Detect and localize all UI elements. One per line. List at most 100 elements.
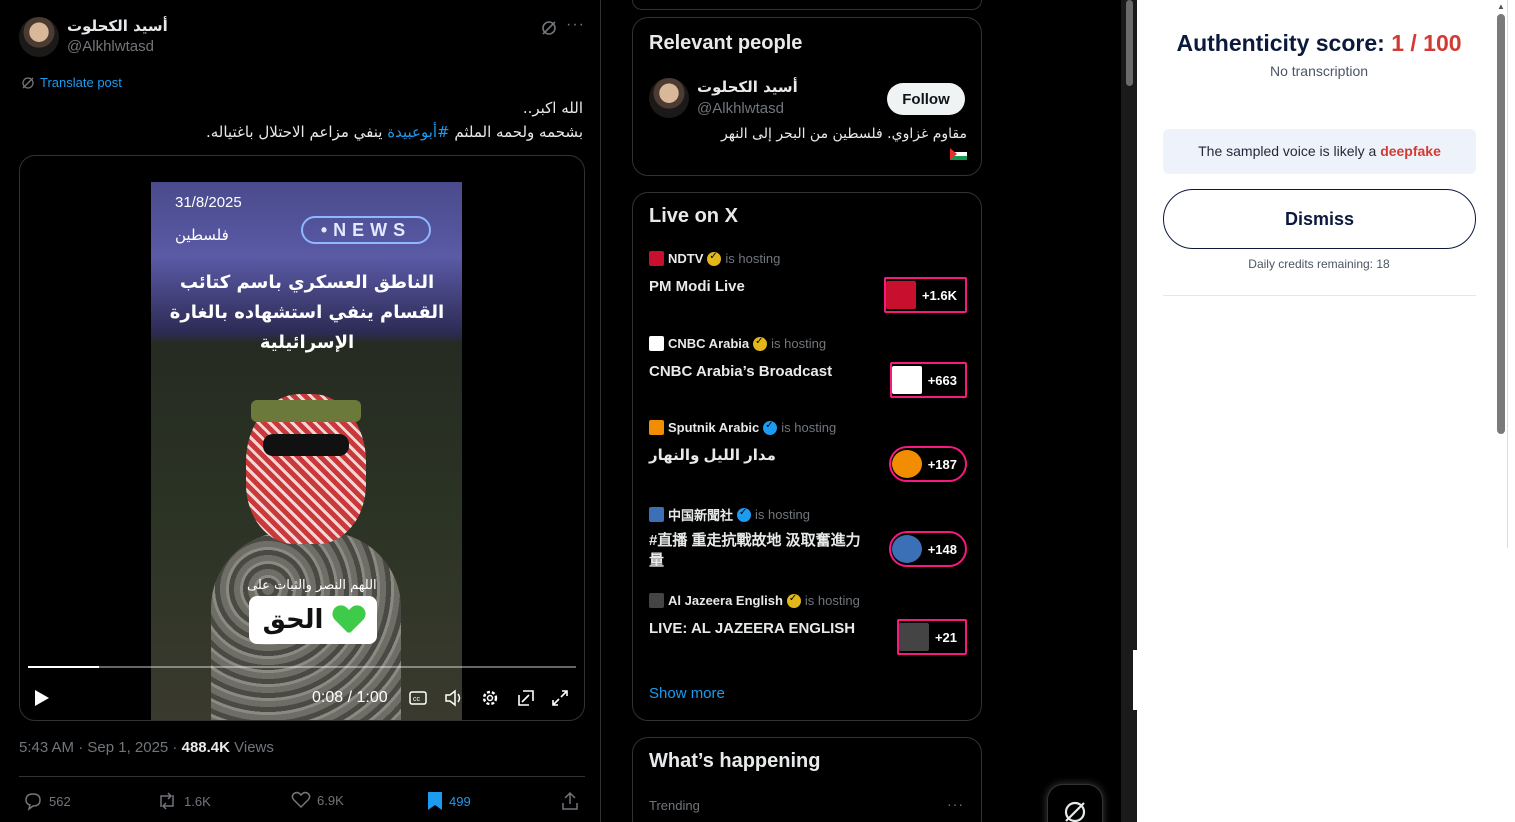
repost-button[interactable]: 1.6K	[156, 791, 211, 811]
listener-badge[interactable]: +187	[888, 446, 967, 482]
eye-slit	[263, 434, 349, 456]
author-handle[interactable]: @Alkhlwtasd	[67, 38, 154, 55]
hosting-label: is hosting	[804, 593, 860, 608]
trend-more-icon[interactable]: ···	[947, 796, 964, 812]
play-icon	[35, 690, 49, 706]
relevant-person-handle[interactable]: @Alkhlwtasd	[697, 100, 784, 117]
video-sticker: الحق	[249, 596, 377, 644]
listener-badge[interactable]: +148	[888, 531, 967, 567]
fullscreen-button[interactable]	[550, 686, 570, 710]
page-scrollbar-thumb[interactable]	[1126, 0, 1133, 86]
video-headline: الناطق العسكري باسم كتائب القسام ينفي اس…	[169, 272, 445, 353]
panel-divider	[1163, 295, 1476, 296]
pip-button[interactable]	[516, 686, 536, 710]
host-logo-icon	[649, 251, 664, 266]
volume-button[interactable]	[444, 686, 464, 710]
play-button[interactable]	[32, 686, 52, 710]
captions-button[interactable]: cc	[408, 686, 428, 710]
grok-fab-button[interactable]	[1047, 784, 1103, 822]
sticker-text: الحق	[262, 605, 324, 635]
live-item[interactable]: Al Jazeera English is hosting LIVE: AL JAZ…	[649, 593, 967, 673]
hashtag-link[interactable]: #أبوعبيدة	[387, 123, 449, 141]
listener-badge[interactable]: +663	[889, 362, 967, 398]
video-frame: 31/8/2025 •NEWS فلسطين الناطق العسكري با…	[151, 182, 462, 720]
hosting-label: is hosting	[781, 420, 837, 435]
share-button[interactable]	[561, 791, 579, 811]
listener-count: +21	[934, 629, 957, 645]
live-on-x-card: Live on X NDTV is hosting PM Modi Live +1.6…	[632, 192, 982, 721]
panel-scrollbar-thumb[interactable]	[1497, 14, 1505, 434]
hosting-label: is hosting	[771, 336, 827, 351]
more-options-icon[interactable]: ···	[566, 16, 585, 34]
live-title-text[interactable]: PM Modi Live	[649, 277, 869, 297]
hosting-label: is hosting	[725, 251, 781, 266]
live-host[interactable]: Sputnik Arabic is hosting	[649, 420, 836, 435]
tweet-actions: 562 1.6K 6.9K 499	[19, 776, 585, 811]
whats-happening-title: What’s happening	[649, 750, 821, 772]
gear-icon	[482, 690, 498, 706]
repost-icon	[160, 792, 174, 810]
dismiss-button[interactable]: Dismiss	[1163, 189, 1476, 249]
live-title: Live on X	[649, 205, 738, 227]
repost-count: 1.6K	[184, 793, 211, 809]
listener-badge[interactable]: +21	[896, 619, 967, 655]
live-item[interactable]: Sputnik Arabic is hosting مدار الليل والنه…	[649, 420, 967, 500]
follow-button[interactable]: Follow	[887, 83, 965, 115]
tweet-meta: 5:43 AM · Sep 1, 2025 · 488.4K Views	[19, 739, 274, 756]
tweet-text-post: ينفي مزاعم الاحتلال باغتياله.	[205, 123, 388, 141]
host-name: Al Jazeera English	[668, 593, 783, 608]
like-button[interactable]: 6.9K	[291, 791, 344, 809]
live-item[interactable]: CNBC Arabia is hosting CNBC Arabia’s Broad…	[649, 336, 967, 416]
host-logo-icon	[649, 336, 664, 351]
relevant-people-card: Relevant people أسيد الكحلوت @Alkhlwtasd…	[632, 17, 982, 176]
listener-count: +663	[927, 372, 957, 388]
heart-icon	[291, 791, 311, 809]
live-item[interactable]: NDTV is hosting PM Modi Live +1.6K	[649, 251, 967, 331]
show-more-link[interactable]: Show more	[649, 685, 725, 702]
tweet-detail: أسيد الكحلوت @Alkhlwtasd ··· Translate p…	[0, 0, 601, 822]
live-host[interactable]: CNBC Arabia is hosting	[649, 336, 826, 351]
captions-icon: cc	[409, 691, 427, 705]
listener-badge[interactable]: +1.6K	[883, 277, 967, 313]
like-count: 6.9K	[317, 792, 344, 808]
verified-badge-icon	[707, 251, 722, 266]
scroll-up-arrow-icon[interactable]: ▲	[1497, 2, 1505, 11]
video-progress-bar[interactable]	[28, 666, 576, 668]
reply-button[interactable]: 562	[23, 791, 71, 811]
panel-scrollbar[interactable]: ▲	[1495, 0, 1507, 822]
tweet-text: الله اكبر.. بشحمه ولحمه الملثم #أبوعبيدة…	[13, 96, 583, 144]
space-thumbnail	[885, 281, 916, 309]
score-value: 1 / 100	[1391, 30, 1462, 56]
relevant-person-avatar[interactable]	[649, 78, 689, 118]
share-icon	[562, 791, 578, 810]
translate-post-link[interactable]: Translate post	[21, 75, 122, 90]
live-title-text[interactable]: مدار الليل والنهار	[649, 446, 869, 466]
video-time: 0:08 / 1:00	[312, 689, 388, 706]
live-title-text[interactable]: CNBC Arabia’s Broadcast	[649, 362, 869, 382]
translate-post-label: Translate post	[40, 75, 122, 90]
verified-badge-icon	[753, 336, 768, 351]
bookmark-button[interactable]: 499	[427, 791, 471, 811]
translate-icon	[22, 76, 34, 89]
live-host[interactable]: Al Jazeera English is hosting	[649, 593, 860, 608]
live-title-text[interactable]: LIVE: AL JAZEERA ENGLISH	[649, 619, 869, 639]
palestine-flag-icon	[950, 148, 967, 160]
settings-button[interactable]	[480, 686, 500, 710]
host-logo-icon	[649, 420, 664, 435]
tweet-timestamp[interactable]: 5:43 AM · Sep 1, 2025 ·	[19, 739, 182, 756]
listener-count: +148	[927, 541, 957, 557]
verdict-text: The sampled voice is likely a	[1198, 143, 1381, 159]
author-name[interactable]: أسيد الكحلوت	[67, 17, 168, 35]
live-title-text[interactable]: #直播 重走抗戰故地 汲取奮進力量	[649, 531, 869, 571]
bio-text: مقاوم غزاوي. فلسطين من البحر إلى النهر	[721, 126, 967, 142]
video-player[interactable]: 31/8/2025 •NEWS فلسطين الناطق العسكري با…	[19, 155, 585, 721]
fullscreen-icon	[552, 690, 568, 706]
relevant-person-name[interactable]: أسيد الكحلوت	[697, 78, 798, 96]
grok-icon[interactable]	[540, 19, 558, 37]
live-host[interactable]: 中国新聞社 is hosting	[649, 505, 810, 524]
live-item[interactable]: 中国新聞社 is hosting #直播 重走抗戰故地 汲取奮進力量 +148	[649, 505, 967, 585]
video-place: فلسطين	[175, 226, 229, 244]
author-avatar[interactable]	[19, 17, 59, 57]
verdict-word: deepfake	[1380, 143, 1441, 159]
live-host[interactable]: NDTV is hosting	[649, 251, 780, 266]
